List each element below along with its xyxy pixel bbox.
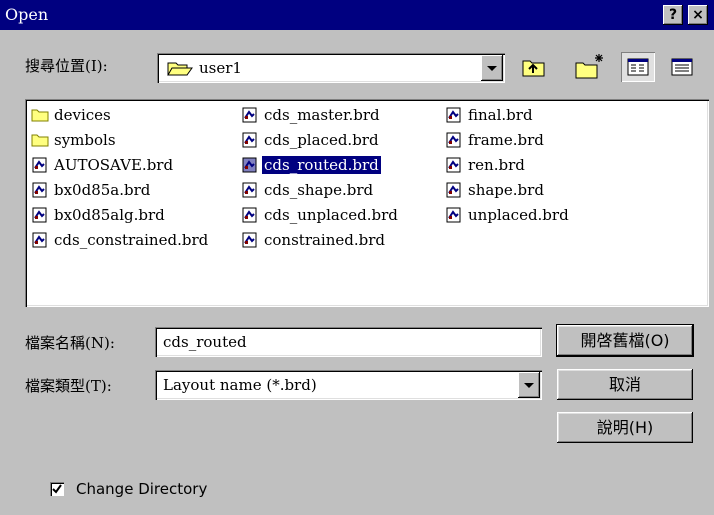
list-item-file[interactable]: AUTOSAVE.brd: [31, 154, 175, 176]
look-in-value: user1: [199, 59, 242, 77]
list-item-file[interactable]: bx0d85a.brd: [31, 179, 152, 201]
folder-icon: [31, 109, 49, 122]
file-icon: [242, 232, 257, 248]
list-view-button[interactable]: [621, 52, 655, 82]
list-item-file[interactable]: bx0d85alg.brd: [31, 204, 167, 226]
list-item-file[interactable]: cds_shape.brd: [241, 179, 375, 201]
file-icon: [242, 182, 257, 198]
file-list[interactable]: devices symbols AUTOSAVE.brd bx0d85a.brd…: [25, 99, 709, 307]
dropdown-arrow-icon[interactable]: [481, 55, 503, 81]
list-item-file[interactable]: ren.brd: [445, 154, 527, 176]
file-icon: [446, 182, 461, 198]
open-button[interactable]: 開啓舊檔(O): [557, 325, 693, 356]
list-view-icon: [627, 58, 649, 76]
filename-input[interactable]: cds_routed: [155, 327, 542, 357]
list-item-file[interactable]: unplaced.brd: [445, 204, 571, 226]
list-item-symbols[interactable]: symbols: [31, 129, 118, 151]
file-icon: [242, 157, 257, 173]
title-bar: Open ? ×: [0, 0, 714, 30]
file-icon: [446, 107, 461, 123]
folder-icon: [31, 134, 49, 147]
new-folder-button[interactable]: [572, 52, 606, 82]
help-button[interactable]: 說明(H): [557, 412, 693, 443]
window-title: Open: [5, 5, 49, 24]
list-item-file[interactable]: cds_constrained.brd: [31, 229, 210, 251]
filename-label: 檔案名稱(N):: [25, 334, 115, 352]
new-folder-icon: [575, 54, 603, 79]
file-icon: [32, 232, 47, 248]
file-icon: [32, 157, 47, 173]
up-folder-button[interactable]: [517, 52, 551, 82]
file-icon: [242, 107, 257, 123]
file-icon: [242, 132, 257, 148]
close-icon[interactable]: ×: [688, 5, 708, 25]
list-item-devices[interactable]: devices: [31, 104, 113, 126]
change-directory-label: Change Directory: [76, 480, 208, 498]
file-icon: [32, 182, 47, 198]
filetype-label: 檔案類型(T):: [25, 377, 112, 395]
list-item-file[interactable]: constrained.brd: [241, 229, 387, 251]
file-icon: [32, 207, 47, 223]
list-item-file[interactable]: shape.brd: [445, 179, 546, 201]
list-item-file[interactable]: frame.brd: [445, 129, 546, 151]
file-icon: [446, 207, 461, 223]
up-folder-icon: [522, 60, 545, 77]
list-item-file[interactable]: cds_unplaced.brd: [241, 204, 400, 226]
help-icon[interactable]: ?: [663, 5, 683, 25]
folder-icon: [167, 62, 193, 76]
change-directory-checkbox[interactable]: [50, 482, 64, 496]
cancel-button[interactable]: 取消: [557, 369, 693, 400]
dropdown-arrow-icon[interactable]: [518, 372, 540, 398]
details-view-icon: [671, 58, 693, 76]
list-item-selected[interactable]: cds_routed.brd: [241, 154, 382, 176]
look-in-combo[interactable]: user1: [157, 53, 505, 83]
file-icon: [242, 207, 257, 223]
list-item-file[interactable]: final.brd: [445, 104, 535, 126]
filetype-select[interactable]: Layout name (*.brd): [155, 370, 542, 400]
checkmark-icon: [52, 484, 62, 494]
list-item-file[interactable]: cds_master.brd: [241, 104, 382, 126]
details-view-button[interactable]: [665, 52, 699, 82]
file-icon: [446, 157, 461, 173]
file-icon: [446, 132, 461, 148]
look-in-label: 搜尋位置(I):: [25, 57, 108, 75]
list-item-file[interactable]: cds_placed.brd: [241, 129, 381, 151]
